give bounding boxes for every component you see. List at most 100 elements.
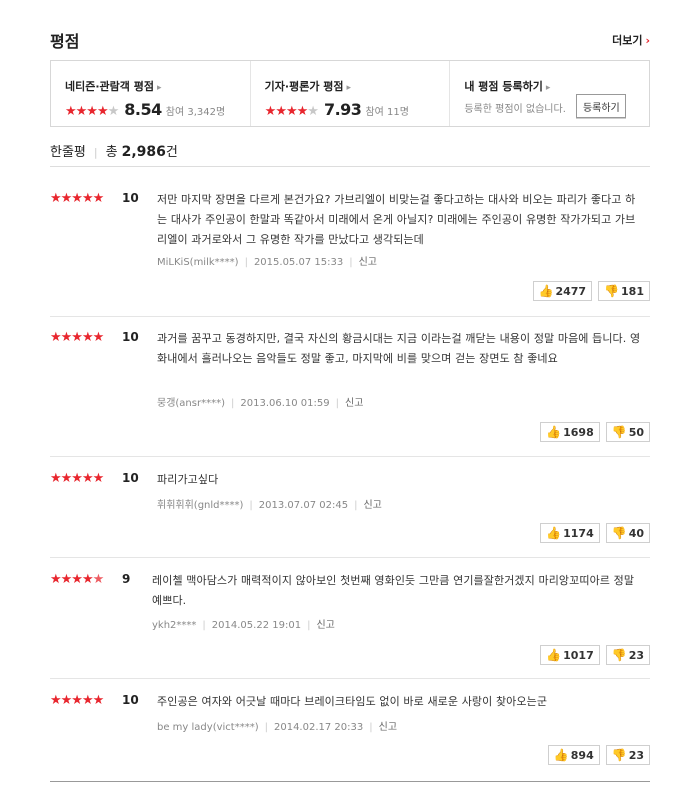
dislike-button[interactable]: 👎 40 — [605, 523, 650, 543]
review-text: 레이첼 맥아담스가 매력적이지 않아보인 첫번째 영화인듯 그만큼 연기를잘한거… — [152, 574, 635, 607]
review-user[interactable]: 휘휘휘휘(gnld****) — [157, 500, 243, 511]
like-count: 2477 — [555, 284, 587, 298]
thumbs-down-icon: 👎 — [611, 425, 627, 439]
critic-rating: 기자·평론가 평점 ▸ ★★★★★ 7.93 참여 11명 — [249, 61, 450, 126]
like-button[interactable]: 👍 894 — [547, 745, 600, 765]
review-item: ★★★★★ 9 레이첼 맥아담스가 매력적이지 않아보인 첫번째 영화인듯 그만… — [50, 572, 650, 679]
like-button[interactable]: 👍 1174 — [540, 523, 600, 543]
thumbs-down-icon: 👎 — [604, 284, 620, 298]
dislike-count: 23 — [628, 748, 644, 762]
ratings-summary-box: 네티즌·관람객 평점 ▸ ★★★★★ 8.54 참여 3,342명 기자·평론가 … — [50, 60, 650, 127]
stars-on: ★★★★ — [264, 104, 309, 119]
review-score: 10 — [122, 191, 139, 205]
ratings-panel: 평점 더보기 › 네티즌·관람객 평점 ▸ ★★★★★ 8.54 참여 3,342명… — [0, 0, 700, 809]
like-button[interactable]: 👍 1017 — [540, 645, 600, 665]
dislike-button[interactable]: 👎 50 — [605, 422, 650, 442]
critic-rating-title[interactable]: 기자·평론가 평점 — [265, 80, 344, 93]
netizen-count: 참여 3,342명 — [165, 107, 226, 118]
review-user[interactable]: MiLKiS(milk****) — [157, 257, 239, 268]
thumbs-down-icon: 👎 — [611, 526, 627, 540]
vote-buttons: 👍 894 👎 23 — [547, 745, 650, 765]
report-link[interactable]: 신고 — [359, 257, 377, 268]
star-rating-icon: ★★★★★ — [50, 191, 104, 206]
netizen-rating-title[interactable]: 네티즌·관람객 평점 — [65, 80, 154, 93]
review-date: 2014.05.22 19:01 — [211, 620, 302, 631]
thumbs-up-icon: 👍 — [546, 425, 562, 439]
review-date: 2013.06.10 01:59 — [240, 398, 330, 409]
star-rating-icon: ★★★★★ — [264, 104, 319, 119]
vote-buttons: 👍 2477 👎 181 — [532, 281, 650, 301]
review-score: 10 — [122, 330, 139, 344]
star-rating-icon: ★★★★★ — [50, 471, 104, 486]
more-label[interactable]: 더보기 — [612, 34, 642, 47]
vote-buttons: 👍 1698 👎 50 — [540, 422, 650, 442]
my-rating-title-link[interactable]: 내 평점 등록하기 ▸ — [464, 78, 649, 94]
thumbs-up-icon: 👍 — [553, 748, 569, 762]
netizen-rating: 네티즌·관람객 평점 ▸ ★★★★★ 8.54 참여 3,342명 — [51, 61, 250, 126]
report-link[interactable]: 신고 — [316, 620, 334, 631]
summary-total-prefix: 총 — [105, 145, 118, 160]
star-rating-icon: ★★★★★ — [65, 104, 120, 119]
thumbs-down-icon: 👎 — [611, 748, 627, 762]
report-link[interactable]: 신고 — [379, 722, 397, 733]
review-meta: ykh2**** | 2014.05.22 19:01 | 신고 — [152, 620, 335, 631]
review-summary: 한줄평 | 총 2,986 건 — [50, 141, 178, 160]
review-date: 2014.02.17 20:33 — [273, 722, 364, 733]
review-item: ★★★★★ 10 과거를 꿈꾸고 동경하지만, 결국 자신의 황금시대는 지금 … — [50, 330, 650, 457]
review-score: 9 — [122, 572, 131, 586]
stars-off: ★ — [307, 104, 319, 119]
like-button[interactable]: 👍 1698 — [540, 422, 600, 442]
thumbs-up-icon: 👍 — [546, 526, 562, 540]
chevron-right-icon: › — [645, 34, 650, 47]
more-link[interactable]: 더보기 › — [612, 32, 650, 48]
arrow-right-icon: ▸ — [156, 83, 162, 93]
vote-buttons: 👍 1174 👎 40 — [540, 523, 650, 543]
dislike-count: 50 — [628, 425, 644, 439]
dislike-count: 23 — [628, 648, 644, 662]
review-text: 주인공은 여자와 어긋날 때마다 브레이크타임도 없이 바로 새로운 사랑이 찾… — [157, 695, 548, 708]
page-title: 평점 — [50, 32, 80, 51]
review-meta: 휘휘휘휘(gnld****) | 2013.07.07 02:45 | 신고 — [157, 500, 382, 511]
divider — [50, 166, 650, 167]
summary-label: 한줄평 — [50, 145, 86, 160]
review-user[interactable]: be my lady(vict****) — [157, 722, 259, 733]
critic-score: 7.93 — [323, 100, 362, 119]
arrow-right-icon: ▸ — [346, 83, 352, 93]
report-link[interactable]: 신고 — [345, 398, 363, 409]
my-rating: 내 평점 등록하기 ▸ 등록한 평점이 없습니다. 등록하기 — [449, 61, 649, 126]
register-rating-button[interactable]: 등록하기 — [576, 94, 627, 118]
stars-on: ★★★★ — [65, 104, 109, 119]
review-item: ★★★★★ 10 파리가고싶다 휘휘휘휘(gnld****) | 2013.07.0… — [50, 471, 650, 558]
review-user[interactable]: 뭉갱(ansr****) — [157, 398, 225, 409]
summary-suffix: 건 — [165, 145, 178, 160]
like-count: 1017 — [563, 648, 594, 662]
netizen-rating-title-link[interactable]: 네티즌·관람객 평점 ▸ — [65, 78, 250, 94]
review-score: 10 — [122, 471, 139, 485]
stars-off: ★ — [107, 104, 120, 119]
dislike-button[interactable]: 👎 181 — [598, 281, 650, 301]
critic-rating-title-link[interactable]: 기자·평론가 평점 ▸ — [265, 78, 450, 94]
my-rating-title[interactable]: 내 평점 등록하기 — [464, 80, 543, 93]
like-count: 1698 — [563, 425, 594, 439]
divider — [50, 781, 650, 782]
dislike-button[interactable]: 👎 23 — [605, 645, 650, 665]
like-count: 894 — [570, 748, 594, 762]
critic-count: 참여 11명 — [365, 107, 409, 118]
report-link[interactable]: 신고 — [363, 500, 381, 511]
star-half-icon: ★ — [92, 572, 105, 587]
review-meta: MiLKiS(milk****) | 2015.05.07 15:33 | 신고 — [157, 257, 377, 268]
arrow-right-icon: ▸ — [545, 83, 551, 93]
like-button[interactable]: 👍 2477 — [532, 281, 593, 301]
netizen-score: 8.54 — [124, 100, 162, 119]
thumbs-up-icon: 👍 — [546, 648, 562, 662]
dislike-count: 40 — [628, 526, 644, 540]
stars-on: ★★★★ — [50, 572, 94, 587]
star-rating-icon: ★★★★★ — [50, 693, 104, 708]
review-meta: be my lady(vict****) | 2014.02.17 20:33 | 신고 — [157, 722, 398, 733]
like-count: 1174 — [563, 526, 594, 540]
review-text: 과거를 꿈꾸고 동경하지만, 결국 자신의 황금시대는 지금 이라는걸 깨닫는 … — [157, 332, 641, 365]
review-user[interactable]: ykh2**** — [152, 620, 196, 631]
dislike-button[interactable]: 👎 23 — [605, 745, 650, 765]
review-text: 저만 마지막 장면을 다르게 본건가요? 가브리엘이 비맞는걸 좋다고하는 대사… — [157, 193, 636, 246]
dislike-count: 181 — [621, 284, 644, 298]
